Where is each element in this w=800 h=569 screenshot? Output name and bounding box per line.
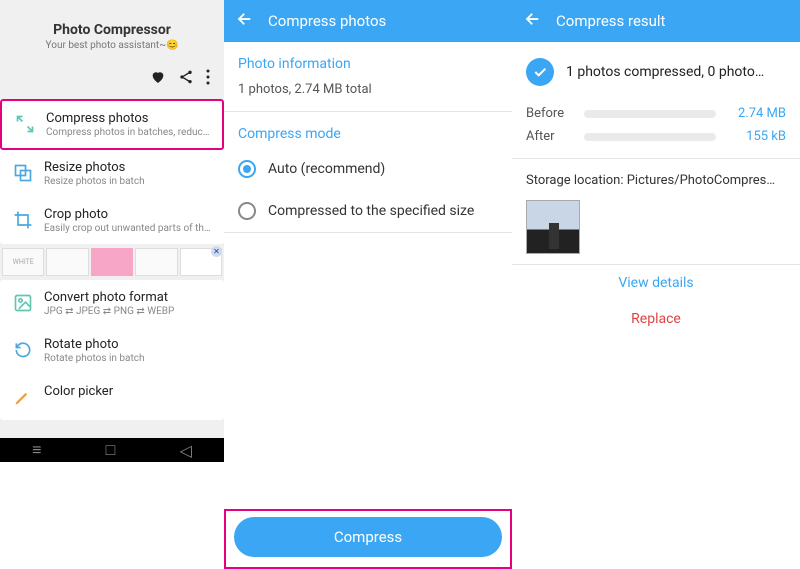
nav-back-icon[interactable]: ◁: [180, 441, 192, 460]
item-subtitle: Compress photos in batches, reduce p…: [46, 127, 212, 138]
ad-close-icon[interactable]: ✕: [211, 246, 222, 257]
divider: [224, 232, 512, 233]
top-bar: Compress result: [512, 0, 800, 42]
mode-specified-row[interactable]: Compressed to the specified size: [224, 190, 512, 232]
after-label: After: [526, 129, 574, 144]
resize-icon: [10, 160, 36, 186]
item-title: Compress photos: [46, 111, 212, 126]
top-bar: Compress photos: [224, 0, 512, 42]
item-title: Convert photo format: [44, 290, 214, 305]
item-subtitle: Resize photos in batch: [44, 176, 214, 187]
radio-checked-icon: [238, 160, 256, 178]
nav-menu-icon[interactable]: ≡: [32, 440, 41, 460]
after-value: 155 kB: [726, 129, 786, 144]
ad-tile: [135, 248, 177, 276]
before-label: Before: [526, 106, 574, 121]
screen-photo-compressor-home: Photo Compressor Your best photo assista…: [0, 0, 224, 462]
mode-auto-label: Auto (recommend): [268, 161, 385, 177]
top-bar-title: Compress photos: [268, 12, 386, 30]
mode-specified-label: Compressed to the specified size: [268, 203, 474, 219]
item-title: Rotate photo: [44, 337, 214, 352]
check-icon: [526, 58, 554, 86]
back-icon[interactable]: [236, 10, 254, 32]
app-header: Photo Compressor Your best photo assista…: [0, 0, 224, 61]
result-summary-text: 1 photos compressed, 0 photo…: [566, 64, 764, 80]
item-title: Crop photo: [44, 207, 214, 222]
screen-compress-photos: Compress photos Photo information 1 phot…: [224, 0, 512, 569]
screen-compress-result: Compress result 1 photos compressed, 0 p…: [512, 0, 800, 450]
after-bar-track: [584, 133, 716, 141]
item-rotate-photo[interactable]: Rotate photo Rotate photos in batch: [0, 327, 224, 374]
item-subtitle: Easily crop out unwanted parts of the…: [44, 223, 214, 234]
back-icon[interactable]: [524, 10, 542, 32]
item-crop-photo[interactable]: Crop photo Easily crop out unwanted part…: [0, 197, 224, 244]
before-value: 2.74 MB: [726, 106, 786, 121]
crop-icon: [10, 207, 36, 233]
ad-tile: [91, 248, 133, 276]
top-bar-title: Compress result: [556, 12, 665, 30]
result-summary-row: 1 photos compressed, 0 photo…: [512, 42, 800, 102]
section-compress-mode: Compress mode: [224, 112, 512, 148]
section-photo-info: Photo information: [224, 42, 512, 78]
item-subtitle: Rotate photos in batch: [44, 353, 214, 364]
overflow-icon[interactable]: [206, 69, 210, 89]
heart-icon[interactable]: [150, 69, 166, 89]
result-thumbnail[interactable]: [526, 200, 580, 254]
tools-card-2: Convert photo format JPG ⇄ JPEG ⇄ PNG ⇄ …: [0, 280, 224, 420]
item-resize-photos[interactable]: Resize photos Resize photos in batch: [0, 150, 224, 197]
item-title: Resize photos: [44, 160, 214, 175]
radio-unchecked-icon: [238, 202, 256, 220]
item-title: Color picker: [44, 384, 214, 399]
rotate-icon: [10, 337, 36, 363]
convert-icon: [10, 290, 36, 316]
view-details-link[interactable]: View details: [512, 265, 800, 301]
app-subtitle: Your best photo assistant~😊: [10, 40, 214, 51]
share-icon[interactable]: [178, 69, 194, 89]
after-bar-row: After 155 kB: [512, 125, 800, 148]
replace-link[interactable]: Replace: [512, 301, 800, 337]
android-nav-bar: ≡ □ ◁: [0, 438, 224, 462]
compress-icon: [12, 111, 38, 137]
item-compress-photos[interactable]: Compress photos Compress photos in batch…: [0, 99, 224, 150]
before-bar-row: Before 2.74 MB: [512, 102, 800, 125]
item-color-picker[interactable]: Color picker: [0, 374, 224, 420]
ad-tile: [46, 248, 88, 276]
storage-location: Storage location: Pictures/PhotoCompres…: [512, 159, 800, 194]
ad-banner[interactable]: WHITE ✕: [0, 244, 224, 280]
nav-home-icon[interactable]: □: [106, 440, 116, 460]
app-title: Photo Compressor: [10, 22, 214, 38]
item-subtitle: JPG ⇄ JPEG ⇄ PNG ⇄ WEBP: [44, 306, 214, 317]
mode-auto-row[interactable]: Auto (recommend): [224, 148, 512, 190]
before-bar-track: [584, 110, 716, 118]
footer-button-area: Compress: [224, 509, 512, 569]
ad-tile: WHITE: [2, 248, 44, 276]
tools-card-1: Compress photos Compress photos in batch…: [0, 99, 224, 244]
picker-icon: [10, 384, 36, 410]
header-icon-row: [0, 61, 224, 99]
photo-info-line: 1 photos, 2.74 MB total: [224, 78, 512, 111]
compress-button[interactable]: Compress: [234, 517, 502, 557]
item-convert-format[interactable]: Convert photo format JPG ⇄ JPEG ⇄ PNG ⇄ …: [0, 280, 224, 327]
